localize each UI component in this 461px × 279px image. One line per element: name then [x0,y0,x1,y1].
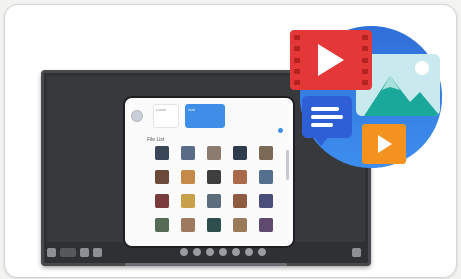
thumbnail-item[interactable] [207,218,221,232]
thumbnail-item[interactable] [155,218,169,232]
window-icon[interactable] [93,247,102,257]
thumbnail-item[interactable] [259,170,273,184]
thumbnail-item[interactable] [155,170,169,184]
file-list-title: File List [147,137,165,143]
film-strip-right [362,35,368,85]
orange-play-icon [378,135,392,153]
local-tab-label: Local [156,107,166,112]
film-strip-left [294,35,300,85]
thumbnail-item[interactable] [233,170,247,184]
chat-line [311,107,339,111]
status-pill [60,247,76,257]
thumbnail-item[interactable] [259,194,273,208]
chat-line [311,123,333,127]
play-icon [318,44,344,76]
orange-media-card [362,124,406,164]
annotation-tools [180,248,271,256]
pen-icon[interactable] [180,248,188,256]
add-tab-label: Add [188,107,196,112]
close-icon[interactable] [278,128,283,133]
select-icon[interactable] [193,248,201,256]
thumbnail-item[interactable] [233,218,247,232]
thumbnail-item[interactable] [233,146,247,160]
video-card [290,30,372,90]
chat-icon [302,96,352,138]
thumbnail-grid [155,146,281,232]
avatar[interactable] [131,110,143,122]
thumbnail-item[interactable] [155,194,169,208]
more-icon[interactable] [258,248,266,256]
thumbnail-item[interactable] [155,146,169,160]
eraser-icon[interactable] [206,248,214,256]
thumbnail-item[interactable] [181,218,195,232]
undo-icon[interactable] [219,248,227,256]
shape-icon[interactable] [245,248,253,256]
chat-tail [313,136,329,146]
fullscreen-icon[interactable] [352,247,361,257]
back-icon[interactable] [47,247,56,257]
thumbnail-item[interactable] [207,194,221,208]
display-stand [125,263,287,266]
local-tab[interactable]: Local [153,104,179,128]
add-tab[interactable]: Add [185,104,225,128]
redo-icon[interactable] [232,248,240,256]
thumbnail-item[interactable] [181,170,195,184]
scrollbar[interactable] [286,150,289,180]
thumbnail-item[interactable] [233,194,247,208]
chat-line [311,115,343,119]
thumbnail-item[interactable] [207,146,221,160]
file-browser-header: Local Add [125,98,293,134]
thumbnail-item[interactable] [181,194,195,208]
thumbnail-item[interactable] [207,170,221,184]
thumbnail-item[interactable] [259,218,273,232]
menu-icon[interactable] [80,247,89,257]
thumbnail-item[interactable] [181,146,195,160]
file-browser-window: Local Add File List [123,96,295,248]
thumbnail-item[interactable] [259,146,273,160]
